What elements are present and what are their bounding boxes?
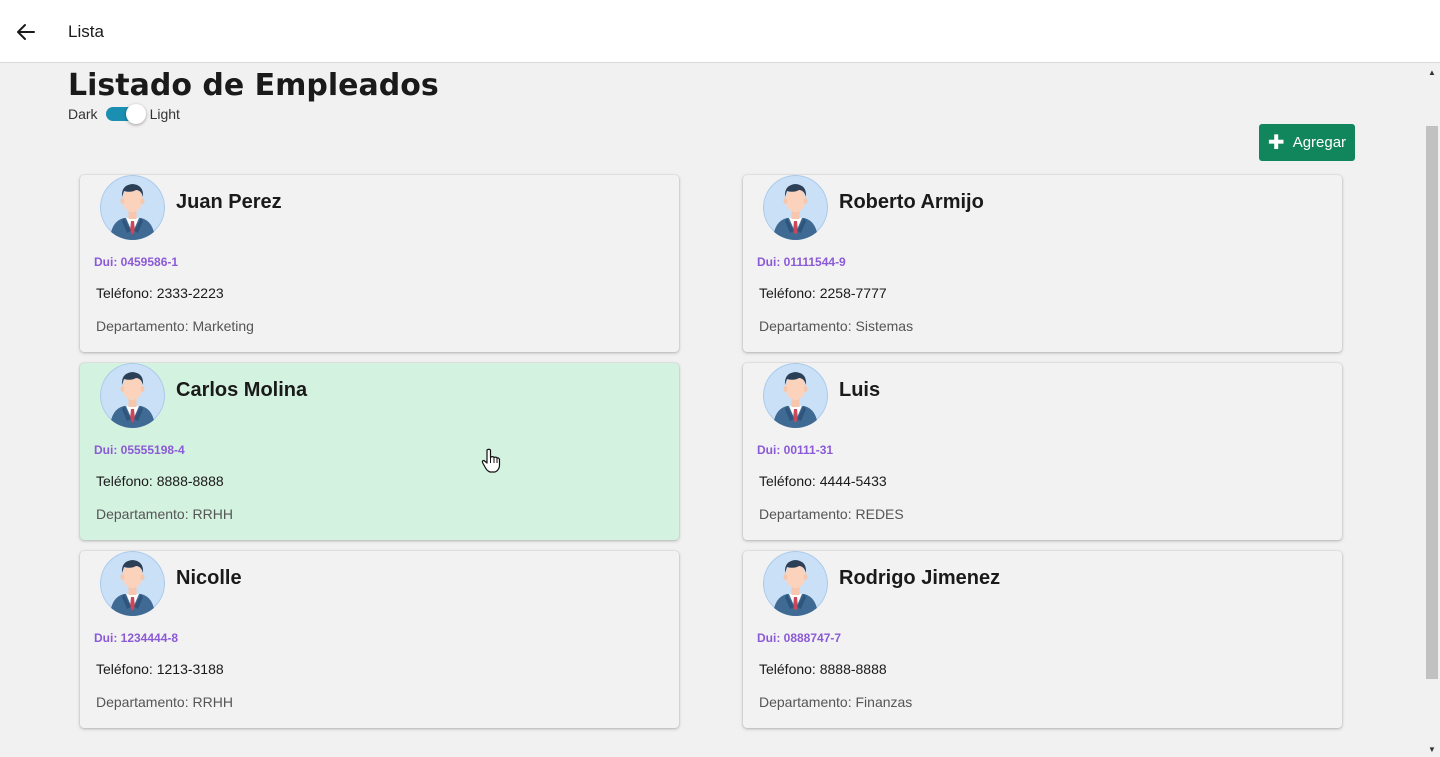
employee-name: Carlos Molina	[176, 379, 308, 401]
employee-avatar	[763, 551, 828, 616]
app-bar: Lista	[0, 0, 1440, 63]
businessman-avatar-icon	[763, 551, 828, 616]
employee-department: Departamento: Finanzas	[759, 694, 913, 710]
businessman-avatar-icon	[100, 175, 165, 240]
employee-phone: Teléfono: 8888-8888	[96, 473, 224, 489]
employee-dui: Dui: 1234444-8	[94, 631, 179, 645]
employee-department: Departamento: RRHH	[96, 506, 233, 522]
employee-avatar	[763, 175, 828, 240]
employee-dui: Dui: 05555198-4	[94, 443, 185, 457]
main-content: Listado de Empleados Dark Light ✚ Agrega…	[0, 64, 1424, 757]
businessman-avatar-icon	[763, 175, 828, 240]
employee-avatar	[100, 175, 165, 240]
app-bar-title: Lista	[68, 22, 104, 41]
employee-phone: Teléfono: 8888-8888	[759, 661, 887, 677]
employee-card[interactable]: Juan Perez Dui: 0459586-1 Teléfono: 2333…	[80, 175, 679, 352]
employee-dui: Dui: 0888747-7	[757, 631, 842, 645]
plus-icon: ✚	[1267, 131, 1285, 154]
businessman-avatar-icon	[763, 363, 828, 428]
employee-card[interactable]: Nicolle Dui: 1234444-8 Teléfono: 1213-31…	[80, 551, 679, 728]
employee-department: Departamento: RRHH	[96, 694, 233, 710]
employee-dui: Dui: 01111544-9	[757, 255, 846, 269]
employee-phone: Teléfono: 2333-2223	[96, 285, 224, 301]
employee-name: Rodrigo Jimenez	[839, 567, 1001, 589]
employee-name: Roberto Armijo	[839, 191, 984, 213]
employee-card[interactable]: Roberto Armijo Dui: 01111544-9 Teléfono:…	[743, 175, 1342, 352]
scroll-up-arrow-icon[interactable]: ▲	[1424, 64, 1440, 80]
employee-name: Juan Perez	[176, 191, 282, 213]
theme-dark-label: Dark	[68, 106, 98, 122]
employee-card[interactable]: Rodrigo Jimenez Dui: 0888747-7 Teléfono:…	[743, 551, 1342, 728]
scroll-down-arrow-icon[interactable]: ▼	[1424, 741, 1440, 757]
employee-avatar	[763, 363, 828, 428]
employee-phone: Teléfono: 2258-7777	[759, 285, 887, 301]
employee-card[interactable]: Luis Dui: 00111-31 Teléfono: 4444-5433 D…	[743, 363, 1342, 540]
theme-toggle-knob	[125, 104, 146, 124]
employee-dui: Dui: 00111-31	[757, 443, 834, 457]
vertical-scrollbar[interactable]: ▲ ▼	[1424, 64, 1440, 757]
theme-light-label: Light	[149, 106, 180, 122]
add-employee-button[interactable]: ✚ Agregar	[1259, 124, 1355, 161]
employee-avatar	[100, 551, 165, 616]
theme-switch-row: Dark Light	[68, 104, 180, 124]
employee-department: Departamento: Marketing	[96, 318, 254, 334]
employee-phone: Teléfono: 4444-5433	[759, 473, 887, 489]
employee-dui: Dui: 0459586-1	[94, 255, 179, 269]
employee-name: Luis	[839, 379, 881, 401]
back-button[interactable]	[12, 18, 40, 46]
page-title: Listado de Empleados	[68, 68, 439, 103]
employee-department: Departamento: REDES	[759, 506, 904, 522]
employee-card[interactable]: Carlos Molina Dui: 05555198-4 Teléfono: …	[80, 363, 679, 540]
employee-avatar	[100, 363, 165, 428]
scrollbar-thumb[interactable]	[1426, 126, 1438, 679]
employee-phone: Teléfono: 1213-3188	[96, 661, 224, 677]
businessman-avatar-icon	[100, 363, 165, 428]
add-button-label: Agregar	[1292, 134, 1347, 151]
arrow-left-icon	[17, 24, 35, 40]
employee-department: Departamento: Sistemas	[759, 318, 914, 334]
businessman-avatar-icon	[100, 551, 165, 616]
theme-toggle[interactable]	[105, 104, 146, 124]
employee-name: Nicolle	[176, 567, 242, 589]
